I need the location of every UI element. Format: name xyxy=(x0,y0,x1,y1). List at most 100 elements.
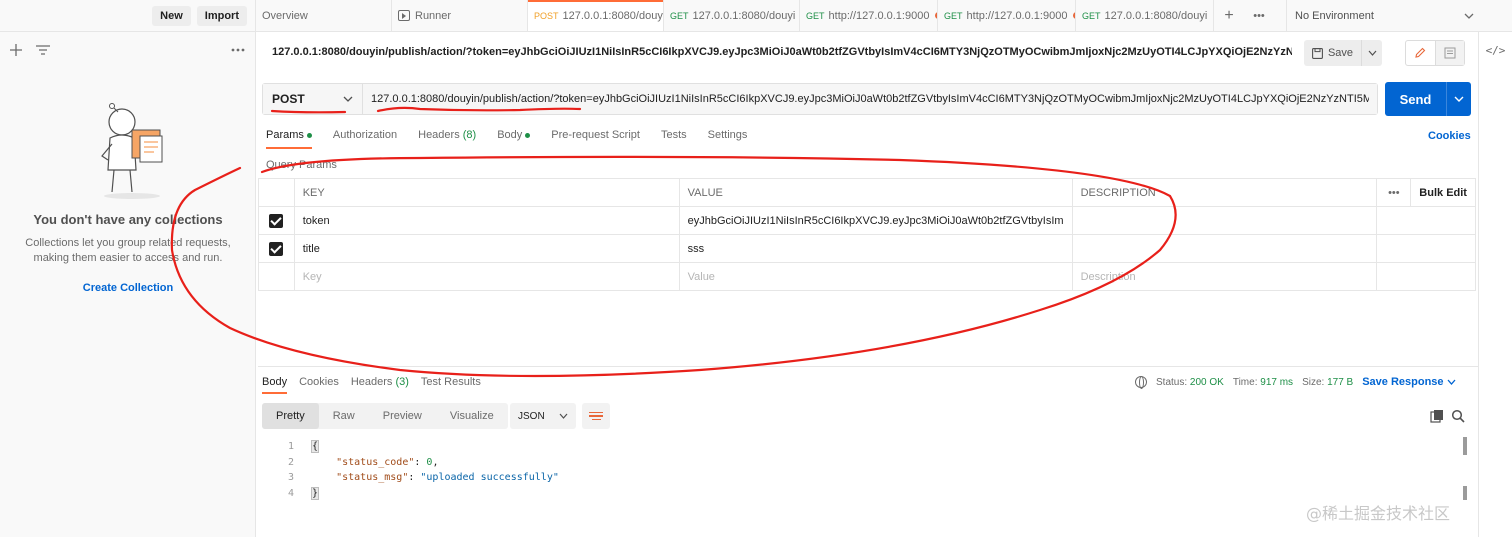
param-key-cell[interactable]: token xyxy=(293,206,680,235)
line-number: 2 xyxy=(287,456,294,468)
bulk-edit-button[interactable]: Bulk Edit xyxy=(1410,178,1476,207)
tab-request-get-2[interactable]: GET http://127.0.0.1:9000 xyxy=(800,0,938,31)
cookies-link[interactable]: Cookies xyxy=(1428,130,1471,142)
json-number: 0 xyxy=(426,456,433,468)
edit-pencil-icon[interactable] xyxy=(1406,41,1435,65)
time-label: Time: xyxy=(1232,376,1258,388)
response-body-code[interactable]: 1{ 2 "status_code": 0, 3 "status_msg": "… xyxy=(278,439,559,501)
new-description-input[interactable]: Description xyxy=(1071,262,1378,291)
save-response-button[interactable]: Save Response xyxy=(1362,376,1456,388)
tabs-more-icon[interactable]: ••• xyxy=(1244,0,1274,31)
new-value-input[interactable]: Value xyxy=(678,262,1073,291)
tab-method: GET xyxy=(944,10,963,21)
save-button[interactable]: Save xyxy=(1304,40,1382,66)
new-button[interactable]: New xyxy=(152,5,191,26)
save-label: Save xyxy=(1327,47,1354,59)
resp-headers-count: (3) xyxy=(395,376,409,388)
tab-request-post[interactable]: POST 127.0.0.1:8080/douy xyxy=(528,0,664,31)
json-open-brace: { xyxy=(310,440,320,453)
tab-body-label: Body xyxy=(497,129,523,141)
scrollbar-thumb[interactable] xyxy=(1463,486,1467,500)
format-visualize[interactable]: Visualize xyxy=(436,403,508,429)
tab-prerequest-script[interactable]: Pre-request Script xyxy=(551,129,640,149)
globe-icon[interactable] xyxy=(1135,376,1147,389)
scrollbar-thumb[interactable] xyxy=(1463,437,1467,455)
resp-tab-cookies[interactable]: Cookies xyxy=(299,376,339,394)
save-icon xyxy=(1312,47,1323,59)
wrap-lines-icon[interactable] xyxy=(582,403,610,429)
param-description-cell[interactable] xyxy=(1071,206,1378,235)
plus-icon[interactable] xyxy=(10,44,22,56)
param-value-cell[interactable]: sss xyxy=(678,234,1073,263)
tab-request-get-3[interactable]: GET http://127.0.0.1:9000 xyxy=(938,0,1076,31)
new-key-input[interactable]: Key xyxy=(293,262,680,291)
more-icon[interactable] xyxy=(231,48,245,52)
unsaved-dot-icon xyxy=(1213,12,1214,19)
tab-overview[interactable]: Overview xyxy=(256,0,392,31)
tab-tests[interactable]: Tests xyxy=(661,129,687,149)
chevron-down-icon xyxy=(559,413,568,419)
format-preview[interactable]: Preview xyxy=(369,403,436,429)
size-label: Size: xyxy=(1302,376,1325,388)
checkbox-checked-icon[interactable] xyxy=(269,213,284,228)
tab-method: GET xyxy=(806,10,825,21)
resp-tab-test-results[interactable]: Test Results xyxy=(421,376,481,394)
url-bar: POST xyxy=(262,83,1378,115)
tab-authorization[interactable]: Authorization xyxy=(333,129,397,149)
tab-runner[interactable]: Runner xyxy=(392,0,528,31)
size-field: Size: 177 B xyxy=(1302,377,1353,388)
tab-method: POST xyxy=(534,10,559,21)
save-options[interactable] xyxy=(1362,47,1382,59)
tab-body[interactable]: Body xyxy=(497,129,531,149)
right-rail: </> xyxy=(1478,32,1512,537)
send-options-chevron-down-icon[interactable] xyxy=(1447,82,1471,116)
documentation-icon[interactable] xyxy=(1434,41,1464,65)
create-collection-link[interactable]: Create Collection xyxy=(0,282,256,294)
save-main[interactable]: Save xyxy=(1304,40,1362,66)
url-input[interactable] xyxy=(363,84,1377,114)
request-tabs: Params Authorization Headers (8) Body Pr… xyxy=(266,129,747,149)
column-options-more-icon[interactable]: ••• xyxy=(1376,178,1412,207)
code-line: 2 "status_code": 0, xyxy=(278,455,559,471)
query-params-table: KEY VALUE DESCRIPTION ••• Bulk Edit toke… xyxy=(258,178,1476,291)
active-dot-icon xyxy=(306,132,312,138)
format-raw[interactable]: Raw xyxy=(319,403,369,429)
import-button[interactable]: Import xyxy=(196,5,247,26)
param-description-cell[interactable] xyxy=(1071,234,1378,263)
key-column-header: KEY xyxy=(293,178,680,207)
json-close-brace: } xyxy=(310,486,320,500)
request-title[interactable]: 127.0.0.1:8080/douyin/publish/action/?to… xyxy=(272,46,1292,58)
method-select[interactable]: POST xyxy=(263,84,363,114)
new-tab-plus-icon[interactable]: + xyxy=(1214,0,1244,31)
send-button[interactable]: Send xyxy=(1385,82,1471,116)
resp-tab-body[interactable]: Body xyxy=(262,376,288,394)
tab-settings[interactable]: Settings xyxy=(708,129,748,149)
size-value[interactable]: 177 B xyxy=(1327,377,1353,388)
chevron-down-icon xyxy=(1464,13,1474,19)
row-actions-cell xyxy=(1376,262,1476,291)
time-value[interactable]: 917 ms xyxy=(1260,377,1293,388)
status-value[interactable]: 200 OK xyxy=(1190,377,1224,388)
param-key-cell[interactable]: title xyxy=(293,234,680,263)
param-value-cell[interactable]: eyJhbGciOiJIUzI1NiIsInR5cCI6IkpXVCJ9.eyJ… xyxy=(678,206,1073,235)
environment-select[interactable]: No Environment xyxy=(1286,0,1482,31)
row-checkbox-cell xyxy=(258,234,295,263)
tab-params[interactable]: Params xyxy=(266,129,312,149)
tab-label: http://127.0.0.1:9000 xyxy=(966,9,1068,22)
active-dot-icon xyxy=(525,132,531,138)
search-icon[interactable] xyxy=(1451,409,1465,423)
checkbox-checked-icon[interactable] xyxy=(269,241,284,256)
resp-tab-headers[interactable]: Headers (3) xyxy=(351,376,409,394)
empty-state-title: You don't have any collections xyxy=(33,212,223,227)
environment-label: No Environment xyxy=(1295,9,1374,22)
tab-headers[interactable]: Headers (8) xyxy=(418,129,476,149)
language-select[interactable]: JSON xyxy=(510,403,576,429)
tab-request-get-1[interactable]: GET 127.0.0.1:8080/douyi xyxy=(664,0,800,31)
method-label: POST xyxy=(272,92,305,106)
format-pretty[interactable]: Pretty xyxy=(262,403,319,429)
language-label: JSON xyxy=(518,410,545,422)
code-snippet-icon[interactable]: </> xyxy=(1479,44,1512,57)
filter-icon[interactable] xyxy=(36,44,50,56)
tab-request-get-4[interactable]: GET 127.0.0.1:8080/douyi xyxy=(1076,0,1214,31)
copy-icon[interactable] xyxy=(1430,409,1444,423)
